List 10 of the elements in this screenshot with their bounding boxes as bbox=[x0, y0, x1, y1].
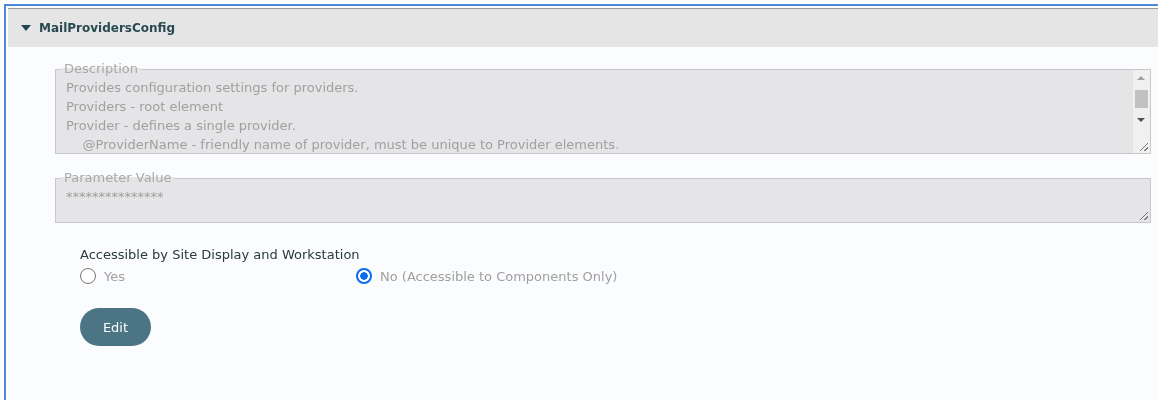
radio-button[interactable] bbox=[80, 268, 96, 284]
panel-title: MailProvidersConfig bbox=[39, 21, 176, 35]
field-label: Description bbox=[61, 60, 142, 77]
section-label: Accessible by Site Display and Workstation bbox=[80, 247, 361, 262]
radio-button[interactable] bbox=[356, 268, 372, 284]
panel-header[interactable]: MailProvidersConfig bbox=[8, 9, 1158, 47]
edit-button[interactable]: Edit bbox=[80, 308, 151, 346]
radio-label: Yes bbox=[104, 268, 125, 284]
caret-icon bbox=[21, 25, 31, 31]
radio-label: No (Accessible to Components Only) bbox=[380, 268, 618, 284]
